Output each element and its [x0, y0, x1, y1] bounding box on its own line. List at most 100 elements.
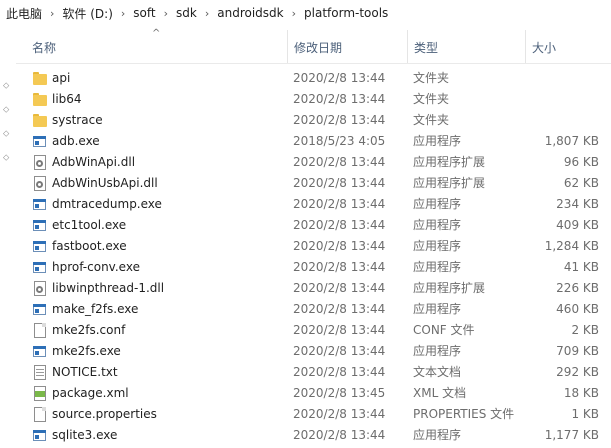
- file-size: 1 KB: [571, 407, 599, 421]
- quick-access-pins: ⬦ ⬦ ⬦ ⬦: [0, 30, 16, 448]
- file-name: AdbWinUsbApi.dll: [52, 176, 158, 190]
- exe-icon: [32, 301, 48, 318]
- file-row[interactable]: source.properties 2020/2/8 13:44 PROPERTIE…: [16, 404, 611, 425]
- breadcrumb-this-pc[interactable]: 此电脑: [4, 5, 44, 22]
- column-header-type[interactable]: 类型: [407, 30, 523, 63]
- chevron-right-icon[interactable]: ›: [158, 7, 174, 20]
- file-modified-date: 2020/2/8 13:44: [293, 365, 386, 379]
- file-modified-date: 2020/2/8 13:44: [293, 344, 386, 358]
- file-size: 292 KB: [556, 365, 599, 379]
- file-type: 应用程序扩展: [413, 281, 486, 295]
- file-type: 应用程序扩展: [413, 155, 486, 169]
- file-row[interactable]: package.xml 2020/2/8 13:45 XML 文档 18 KB: [16, 383, 611, 404]
- file-row[interactable]: AdbWinUsbApi.dll 2020/2/8 13:44 应用程序扩展 62 K…: [16, 173, 611, 194]
- file-icon: [32, 406, 48, 423]
- file-size: [516, 89, 599, 110]
- breadcrumb: 此电脑 › 软件 (D:) › soft › sdk › androidsdk …: [0, 0, 611, 26]
- file-type: 应用程序: [413, 134, 462, 148]
- file-name: AdbWinApi.dll: [52, 155, 136, 169]
- breadcrumb-soft[interactable]: soft: [131, 6, 157, 20]
- file-row[interactable]: adb.exe 2018/5/23 4:05 应用程序 1,807 KB: [16, 131, 611, 152]
- folder-icon: [32, 70, 48, 87]
- file-modified-date: 2018/5/23 4:05: [293, 134, 386, 148]
- file-modified-date: 2020/2/8 13:44: [293, 302, 386, 316]
- file-row[interactable]: lib64 2020/2/8 13:44 文件夹: [16, 89, 611, 110]
- file-row[interactable]: sqlite3.exe 2020/2/8 13:44 应用程序 1,177 KB: [16, 425, 611, 446]
- file-type: CONF 文件: [413, 323, 475, 337]
- file-name: source.properties: [52, 407, 157, 421]
- file-type: 应用程序: [413, 344, 462, 358]
- file-modified-date: 2020/2/8 13:44: [293, 71, 386, 85]
- file-name: package.xml: [52, 386, 129, 400]
- file-row[interactable]: NOTICE.txt 2020/2/8 13:44 文本文档 292 KB: [16, 362, 611, 383]
- exe-icon: [32, 343, 48, 360]
- file-type: 文件夹: [413, 92, 450, 106]
- file-name: lib64: [52, 92, 82, 106]
- file-size: 709 KB: [556, 344, 599, 358]
- column-header: ^ 名称 修改日期 类型 大小: [16, 28, 611, 64]
- file-size: 62 KB: [563, 176, 599, 190]
- file-modified-date: 2020/2/8 13:44: [293, 281, 386, 295]
- file-size: [516, 68, 599, 89]
- pin-icon: ⬦: [3, 153, 10, 163]
- folder-icon: [32, 112, 48, 129]
- folder-icon: [32, 91, 48, 108]
- file-size: 1,177 KB: [544, 428, 599, 442]
- file-size: 2 KB: [571, 323, 599, 337]
- file-list: api 2020/2/8 13:44 文件夹 lib64 2020/2/8 13:44 文…: [16, 68, 611, 446]
- file-row[interactable]: mke2fs.exe 2020/2/8 13:44 应用程序 709 KB: [16, 341, 611, 362]
- breadcrumb-drive-d[interactable]: 软件 (D:): [60, 5, 114, 22]
- chevron-right-icon[interactable]: ›: [199, 7, 215, 20]
- file-modified-date: 2020/2/8 13:44: [293, 260, 386, 274]
- file-size: 460 KB: [556, 302, 599, 316]
- file-row[interactable]: libwinpthread-1.dll 2020/2/8 13:44 应用程序扩展 2…: [16, 278, 611, 299]
- file-modified-date: 2020/2/8 13:44: [293, 197, 386, 211]
- file-size: 1,807 KB: [544, 134, 599, 148]
- column-header-date[interactable]: 修改日期: [287, 30, 405, 63]
- file-modified-date: 2020/2/8 13:44: [293, 155, 386, 169]
- file-size: 96 KB: [563, 155, 599, 169]
- file-row[interactable]: etc1tool.exe 2020/2/8 13:44 应用程序 409 KB: [16, 215, 611, 236]
- column-header-size[interactable]: 大小: [525, 30, 611, 63]
- pin-icon: ⬦: [3, 105, 10, 115]
- breadcrumb-platform-tools[interactable]: platform-tools: [302, 6, 390, 20]
- file-name: api: [52, 71, 71, 85]
- file-type: 文本文档: [413, 365, 462, 379]
- file-size: 226 KB: [556, 281, 599, 295]
- file-name: make_f2fs.exe: [52, 302, 139, 316]
- file-name: NOTICE.txt: [52, 365, 118, 379]
- file-modified-date: 2020/2/8 13:45: [293, 386, 386, 400]
- file-type: 应用程序扩展: [413, 176, 486, 190]
- file-name: hprof-conv.exe: [52, 260, 140, 274]
- exe-icon: [32, 217, 48, 234]
- file-row[interactable]: hprof-conv.exe 2020/2/8 13:44 应用程序 41 KB: [16, 257, 611, 278]
- breadcrumb-androidsdk[interactable]: androidsdk: [215, 6, 285, 20]
- file-size: [516, 110, 599, 131]
- dll-icon: [32, 154, 48, 171]
- file-modified-date: 2020/2/8 13:44: [293, 323, 386, 337]
- file-modified-date: 2020/2/8 13:44: [293, 113, 386, 127]
- file-type: 应用程序: [413, 218, 462, 232]
- file-row[interactable]: api 2020/2/8 13:44 文件夹: [16, 68, 611, 89]
- pin-icon: ⬦: [3, 81, 10, 91]
- file-row[interactable]: make_f2fs.exe 2020/2/8 13:44 应用程序 460 KB: [16, 299, 611, 320]
- file-row[interactable]: dmtracedump.exe 2020/2/8 13:44 应用程序 234 KB: [16, 194, 611, 215]
- file-modified-date: 2020/2/8 13:44: [293, 239, 386, 253]
- file-name: fastboot.exe: [52, 239, 127, 253]
- chevron-right-icon[interactable]: ›: [44, 7, 60, 20]
- file-type: 文件夹: [413, 71, 450, 85]
- file-type: 应用程序: [413, 428, 462, 442]
- file-row[interactable]: systrace 2020/2/8 13:44 文件夹: [16, 110, 611, 131]
- column-header-name[interactable]: 名称: [26, 30, 282, 63]
- file-modified-date: 2020/2/8 13:44: [293, 218, 386, 232]
- dll-icon: [32, 280, 48, 297]
- chevron-right-icon[interactable]: ›: [115, 7, 131, 20]
- chevron-right-icon[interactable]: ›: [286, 7, 302, 20]
- dll-icon: [32, 175, 48, 192]
- file-size: 18 KB: [563, 386, 599, 400]
- file-row[interactable]: mke2fs.conf 2020/2/8 13:44 CONF 文件 2 KB: [16, 320, 611, 341]
- file-name: mke2fs.exe: [52, 344, 121, 358]
- file-row[interactable]: AdbWinApi.dll 2020/2/8 13:44 应用程序扩展 96 KB: [16, 152, 611, 173]
- breadcrumb-sdk[interactable]: sdk: [174, 6, 199, 20]
- file-row[interactable]: fastboot.exe 2020/2/8 13:44 应用程序 1,284 KB: [16, 236, 611, 257]
